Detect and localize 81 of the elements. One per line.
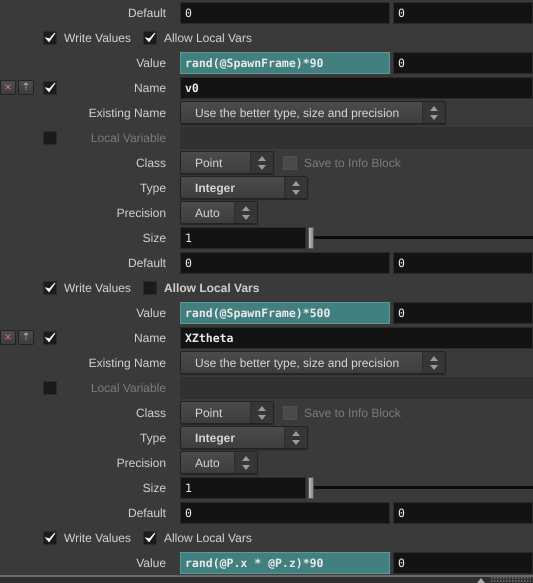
up-down-arrows-icon	[258, 156, 266, 170]
dropdown-menu[interactable]: Auto	[180, 451, 258, 474]
checkmark-icon	[44, 82, 56, 93]
input-field[interactable]: 0	[393, 52, 533, 74]
parameter-label: Local Variable	[90, 130, 166, 144]
checkbox[interactable]	[43, 330, 57, 344]
up-down-arrows-icon	[430, 356, 438, 370]
up-down-arrows-icon	[292, 430, 300, 444]
checkbox-label: Allow Local Vars	[164, 280, 260, 294]
parameter-label: Default	[126, 256, 166, 270]
up-down-arrows-icon	[292, 180, 300, 194]
dropdown-menu[interactable]: Point	[180, 151, 274, 174]
slider-thumb[interactable]	[308, 226, 314, 248]
checkbox-label: Write Values	[64, 530, 131, 544]
parameter-label: Precision	[116, 206, 166, 220]
checkbox-label: Save to Info Block	[304, 406, 401, 420]
grip-icon[interactable]	[491, 577, 531, 583]
input-field[interactable]: 0	[393, 2, 533, 24]
scroll-up-icon[interactable]	[477, 578, 485, 582]
input-field[interactable]: 1	[180, 476, 306, 498]
parameter-label: Name	[132, 330, 166, 344]
parameter-label: Value	[135, 556, 166, 570]
up-down-arrows-icon	[242, 456, 250, 470]
expression-field[interactable]: rand(@SpawnFrame)*90	[180, 52, 390, 74]
expression-field[interactable]: rand(@P.x * @P.z)*90	[180, 552, 390, 574]
dropdown-menu[interactable]: Point	[180, 401, 274, 424]
checkbox-label: Save to Info Block	[304, 156, 401, 170]
input-field[interactable]: 0	[393, 302, 533, 324]
input-field[interactable]: 0	[180, 502, 390, 524]
parameter-label: Existing Name	[88, 106, 166, 120]
input-field[interactable]: 0	[180, 252, 390, 274]
checkbox-label: Write Values	[64, 30, 131, 44]
dropdown-menu[interactable]: Auto	[180, 201, 258, 224]
up-down-arrows-icon	[242, 206, 250, 220]
checkbox[interactable]	[143, 530, 157, 544]
parameter-label: Name	[132, 80, 166, 94]
parameter-label: Class	[134, 156, 166, 170]
name-field[interactable]: v0	[180, 76, 533, 98]
checkbox[interactable]	[43, 30, 57, 44]
parameter-label: Local Variable	[90, 380, 166, 394]
parameter-label: Precision	[116, 456, 166, 470]
checkbox[interactable]	[143, 30, 157, 44]
parameter-label: Size	[142, 480, 166, 494]
move-button[interactable]: ⇡	[18, 330, 34, 345]
dropdown-menu[interactable]: Integer	[180, 176, 308, 199]
checkbox[interactable]	[43, 280, 57, 294]
dropdown-menu[interactable]: Integer	[180, 426, 308, 449]
parameter-label: Value	[135, 306, 166, 320]
parameter-label: Type	[138, 430, 166, 444]
input-field[interactable]: 0	[180, 2, 390, 24]
checkmark-icon	[144, 32, 156, 43]
parameter-label: Type	[138, 180, 166, 194]
checkbox-label: Write Values	[64, 280, 131, 294]
checkmark-icon	[44, 332, 56, 343]
checkbox[interactable]	[43, 80, 57, 94]
checkmark-icon	[44, 282, 56, 293]
parameter-label: Value	[135, 56, 166, 70]
checkmark-icon	[44, 532, 56, 543]
parameter-label: Existing Name	[88, 356, 166, 370]
dropdown-menu[interactable]: Use the better type, size and precision	[180, 101, 446, 124]
dropdown-menu[interactable]: Use the better type, size and precision	[180, 351, 446, 374]
input-field[interactable]: 0	[393, 502, 533, 524]
input-field[interactable]: 0	[393, 552, 533, 574]
input-field[interactable]: 1	[180, 226, 306, 248]
checkbox-label: Allow Local Vars	[164, 530, 252, 544]
parameter-label: Class	[134, 406, 166, 420]
checkmark-icon	[144, 532, 156, 543]
expression-field[interactable]: rand(@SpawnFrame)*500	[180, 302, 390, 324]
name-field[interactable]: XZtheta	[180, 326, 533, 348]
checkbox[interactable]	[43, 530, 57, 544]
up-down-arrows-icon	[258, 406, 266, 420]
up-down-arrows-icon	[430, 106, 438, 120]
slider-thumb[interactable]	[308, 476, 314, 498]
parameter-label: Default	[126, 6, 166, 20]
parameter-label: Size	[142, 230, 166, 244]
checkbox-label: Allow Local Vars	[164, 30, 252, 44]
input-field[interactable]: 0	[393, 252, 533, 274]
checkbox[interactable]	[143, 280, 157, 294]
parameter-label: Default	[126, 506, 166, 520]
checkmark-icon	[44, 32, 56, 43]
move-button[interactable]: ⇡	[18, 80, 34, 95]
